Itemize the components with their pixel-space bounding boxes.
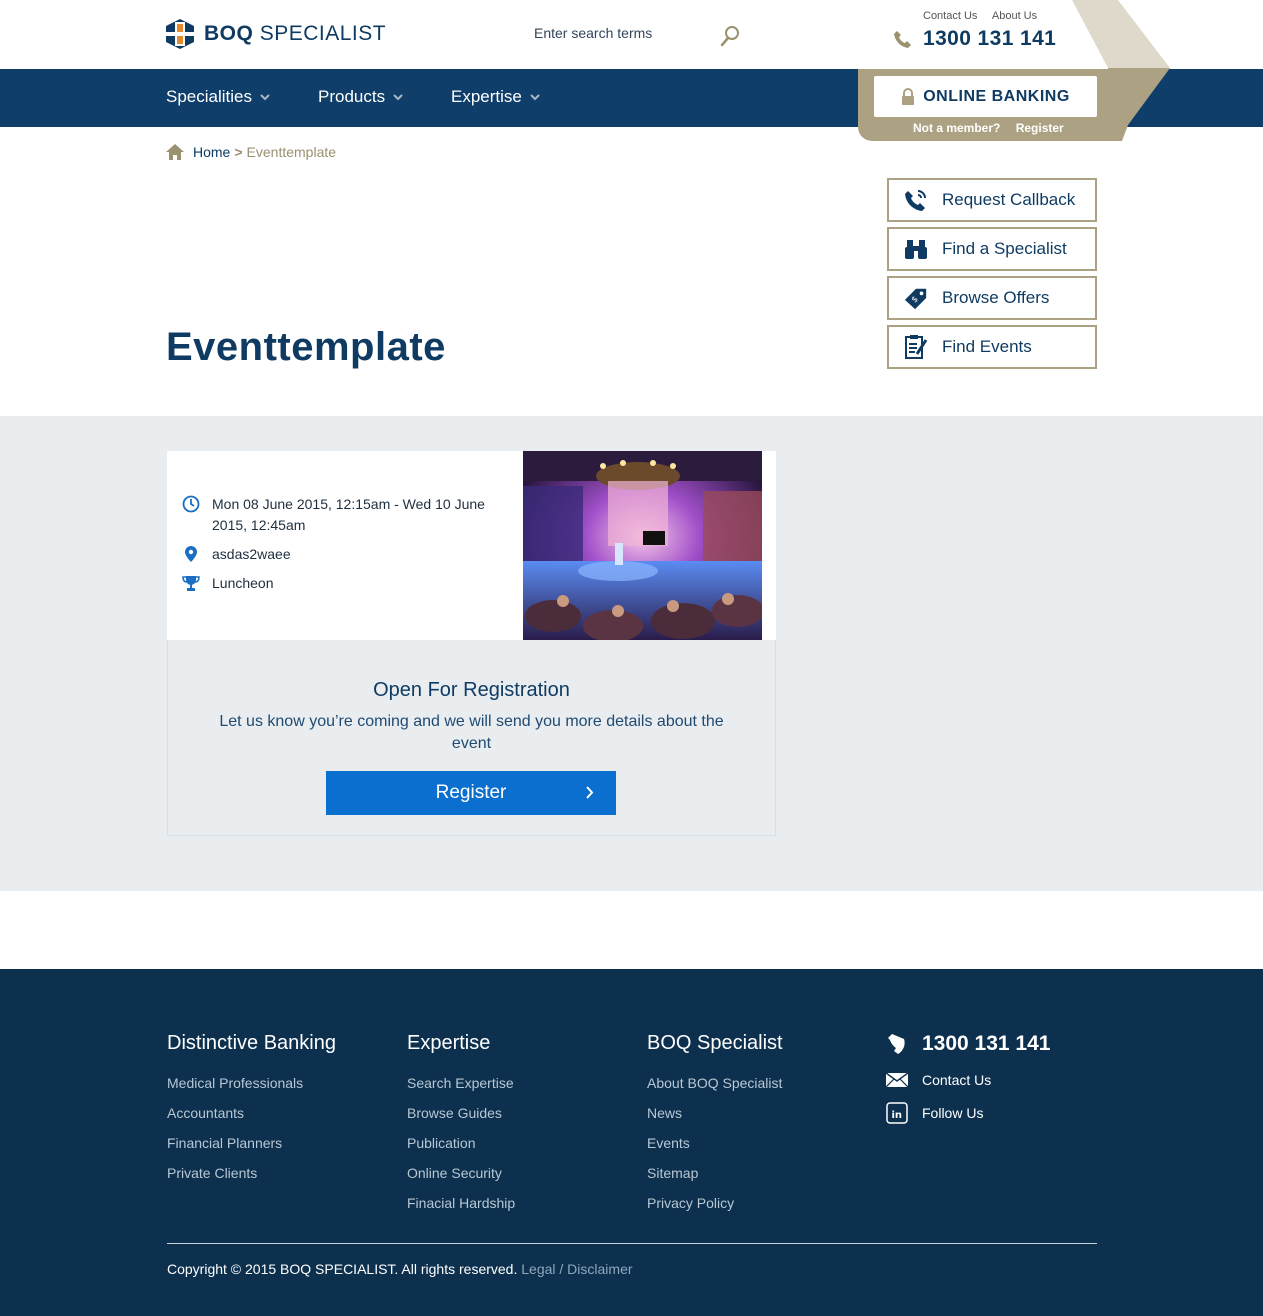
footer-link[interactable]: Events: [647, 1128, 783, 1158]
footer-link[interactable]: Online Security: [407, 1158, 515, 1188]
location-pin-icon: [185, 546, 197, 562]
browse-offers-button[interactable]: $ Browse Offers: [887, 276, 1097, 320]
footer-link[interactable]: Finacial Hardship: [407, 1188, 515, 1218]
find-specialist-label: Find a Specialist: [942, 239, 1067, 258]
find-events-button[interactable]: Find Events: [887, 325, 1097, 369]
request-callback-button[interactable]: Request Callback: [887, 178, 1097, 222]
nav-item-expertise[interactable]: Expertise: [451, 87, 540, 107]
footer-follow-label: Follow Us: [922, 1105, 984, 1121]
footer-follow-us[interactable]: in Follow Us: [886, 1102, 983, 1124]
event-type-text: Luncheon: [212, 575, 274, 591]
footer-link[interactable]: Publication: [407, 1128, 515, 1158]
phone-icon: [894, 31, 911, 48]
request-callback-label: Request Callback: [942, 190, 1076, 209]
linkedin-icon: in: [886, 1102, 908, 1124]
footer-link[interactable]: News: [647, 1098, 783, 1128]
nav-item-label: Specialities: [166, 87, 252, 106]
register-button[interactable]: Register: [326, 771, 616, 815]
online-banking-sub: Not a member? Register: [913, 121, 1076, 135]
footer-column-distinctive-banking: Distinctive Banking Medical Professional…: [167, 1032, 336, 1188]
footer-column-title: Expertise: [407, 1032, 491, 1054]
binoculars-icon: [904, 237, 928, 261]
footer-column-title: BOQ Specialist: [647, 1032, 783, 1054]
about-us-link[interactable]: About Us: [992, 10, 1037, 22]
home-icon[interactable]: [166, 144, 184, 160]
event-photo-image: [523, 451, 762, 640]
svg-text:in: in: [892, 1110, 903, 1121]
chevron-right-icon: [586, 786, 594, 799]
footer-link[interactable]: Search Expertise: [407, 1068, 515, 1098]
phone-callback-icon: [904, 188, 928, 212]
nav-item-specialities[interactable]: Specialities: [166, 87, 270, 107]
footer-contact-us[interactable]: Contact Us: [886, 1072, 991, 1088]
footer-link[interactable]: Medical Professionals: [167, 1068, 336, 1098]
event-datetime-text: Mon 08 June 2015, 12:15am - Wed 10 June …: [212, 496, 485, 533]
footer-link[interactable]: Financial Planners: [167, 1128, 336, 1158]
tag-icon: $: [904, 286, 928, 310]
footer-column-title: Distinctive Banking: [167, 1032, 336, 1054]
logo[interactable]: BOQ SPECIALIST: [166, 19, 386, 49]
footer-phone-number: 1300 131 141: [922, 1032, 1051, 1055]
legal-disclaimer-link[interactable]: Legal / Disclaimer: [521, 1261, 632, 1277]
contact-us-link[interactable]: Contact Us: [923, 10, 977, 22]
browse-offers-label: Browse Offers: [942, 288, 1050, 307]
search-box: [534, 25, 744, 47]
search-icon[interactable]: [720, 25, 740, 47]
header-phone[interactable]: 1300 131 141: [893, 27, 1056, 51]
logo-mark-icon: [166, 19, 194, 49]
chevron-down-icon: [393, 94, 403, 101]
footer-link[interactable]: Sitemap: [647, 1158, 783, 1188]
breadcrumb-current: Eventtemplate: [246, 144, 337, 160]
nav-item-products[interactable]: Products: [318, 87, 403, 107]
find-events-label: Find Events: [942, 337, 1032, 356]
event-location-text: asdas2waee: [212, 546, 291, 562]
copyright-text: Copyright © 2015 BOQ SPECIALIST. All rig…: [167, 1261, 518, 1277]
footer-contact-label: Contact Us: [922, 1072, 992, 1088]
footer-column-boq-specialist: BOQ Specialist About BOQ Specialist News…: [647, 1032, 783, 1218]
breadcrumb-separator: >: [234, 144, 243, 160]
footer-link[interactable]: About BOQ Specialist: [647, 1068, 783, 1098]
event-location: asdas2waee: [182, 544, 291, 565]
footer-phone[interactable]: 1300 131 141: [886, 1032, 1050, 1056]
registration-title: Open For Registration: [373, 679, 570, 701]
online-banking-button[interactable]: ONLINE BANKING: [874, 76, 1097, 117]
top-links: Contact Us About Us: [923, 10, 1049, 22]
footer-link[interactable]: Accountants: [167, 1098, 336, 1128]
nav-item-label: Expertise: [451, 87, 522, 106]
nav-item-label: Products: [318, 87, 386, 106]
envelope-icon: [886, 1073, 908, 1087]
footer-link[interactable]: Private Clients: [167, 1158, 336, 1188]
event-photo: [523, 451, 762, 640]
chevron-down-icon: [530, 94, 540, 101]
register-link[interactable]: Register: [1016, 121, 1064, 135]
register-button-label: Register: [435, 782, 507, 803]
event-type: Luncheon: [182, 573, 274, 594]
header-phone-number: 1300 131 141: [923, 27, 1057, 50]
not-member-text: Not a member?: [913, 121, 1001, 135]
registration-text: Let us know you’re coming and we will se…: [219, 713, 724, 752]
breadcrumb-home[interactable]: Home: [193, 144, 230, 160]
event-datetime: Mon 08 June 2015, 12:15am - Wed 10 June …: [182, 494, 492, 536]
copyright: Copyright © 2015 BOQ SPECIALIST. All rig…: [167, 1261, 633, 1277]
page-title: Eventtemplate: [166, 325, 446, 369]
clock-icon: [182, 495, 200, 513]
find-specialist-button[interactable]: Find a Specialist: [887, 227, 1097, 271]
clipboard-icon: [904, 335, 928, 359]
logo-text: BOQ SPECIALIST: [204, 22, 387, 45]
footer-divider: [167, 1243, 1097, 1244]
search-input[interactable]: [534, 25, 704, 41]
chevron-down-icon: [260, 94, 270, 101]
phone-icon: [888, 1034, 905, 1054]
online-banking-label: ONLINE BANKING: [923, 87, 1070, 105]
breadcrumb: Home > Eventtemplate: [166, 144, 336, 160]
footer-column-expertise: Expertise Search Expertise Browse Guides…: [407, 1032, 515, 1218]
trophy-icon: [182, 576, 200, 591]
lock-icon: [902, 87, 915, 105]
footer-link[interactable]: Privacy Policy: [647, 1188, 783, 1218]
footer-link[interactable]: Browse Guides: [407, 1098, 515, 1128]
